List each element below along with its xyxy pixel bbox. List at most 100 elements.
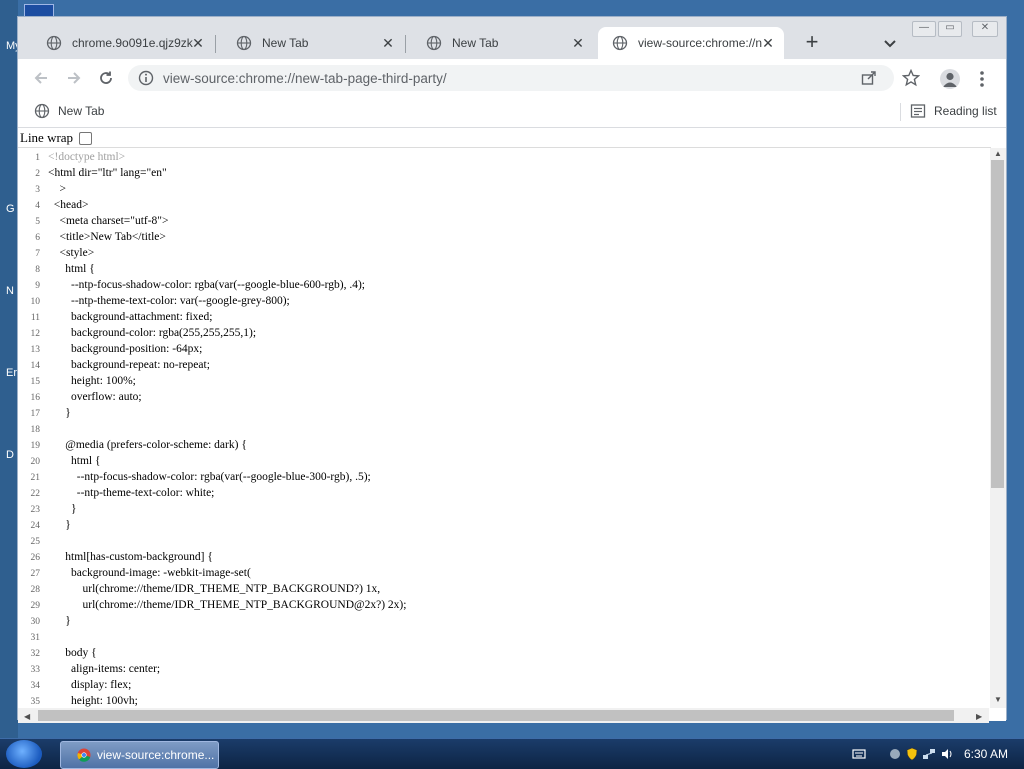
source-line: 15 height: 100%; <box>18 375 136 391</box>
tab-new-tab[interactable]: New Tab ✕ <box>404 27 594 59</box>
source-line: 26 html[has-custom-background] { <box>18 551 213 567</box>
line-number[interactable]: 23 <box>18 505 48 515</box>
close-tab-icon[interactable]: ✕ <box>190 35 206 51</box>
start-button[interactable] <box>6 740 42 768</box>
reading-list-button[interactable]: Reading list <box>910 103 997 119</box>
new-tab-plus-icon[interactable]: + <box>802 31 822 53</box>
line-number[interactable]: 8 <box>18 265 48 275</box>
line-number[interactable]: 33 <box>18 665 48 675</box>
star-bookmark-icon[interactable] <box>902 69 920 87</box>
source-line: 23 } <box>18 503 77 519</box>
tab-view-source[interactable]: view-source:chrome://new ✕ <box>598 27 784 59</box>
kebab-menu-icon[interactable] <box>976 69 988 89</box>
source-line: 22 --ntp-theme-text-color: white; <box>18 487 215 503</box>
bookmark-new-tab[interactable]: New Tab <box>34 103 104 119</box>
vertical-scrollbar[interactable]: ▲ ▼ <box>990 148 1006 708</box>
source-line: 34 display: flex; <box>18 679 132 695</box>
scroll-down-icon[interactable]: ▼ <box>993 696 1003 704</box>
line-number[interactable]: 19 <box>18 441 48 451</box>
line-number[interactable]: 7 <box>18 249 48 259</box>
line-wrap-checkbox[interactable] <box>79 131 93 145</box>
source-line: 6 <title>New Tab</title> <box>18 231 166 247</box>
line-number[interactable]: 17 <box>18 409 48 419</box>
line-number[interactable]: 12 <box>18 329 48 339</box>
source-line: 28 url(chrome://theme/IDR_THEME_NTP_BACK… <box>18 583 381 599</box>
forward-button[interactable] <box>63 67 85 89</box>
line-number[interactable]: 9 <box>18 281 48 291</box>
keyboard-icon[interactable] <box>852 747 866 761</box>
source-line: 24 } <box>18 519 71 535</box>
line-number[interactable]: 3 <box>18 185 48 195</box>
info-icon[interactable] <box>138 70 154 86</box>
scroll-up-icon[interactable]: ▲ <box>993 150 1003 158</box>
reload-button[interactable] <box>95 67 117 89</box>
line-number[interactable]: 27 <box>18 569 48 579</box>
line-number[interactable]: 35 <box>18 697 48 707</box>
line-number[interactable]: 5 <box>18 217 48 227</box>
line-number[interactable]: 6 <box>18 233 48 243</box>
line-wrap-toggle[interactable]: Line wrap <box>20 130 93 146</box>
line-source-text: body { <box>48 647 97 659</box>
source-code-view[interactable]: 1 <!doctype html> 2 <html dir="ltr" lang="e… <box>18 149 989 708</box>
close-tab-icon[interactable]: ✕ <box>380 35 396 51</box>
line-number[interactable]: 24 <box>18 521 48 531</box>
horizontal-scrollbar[interactable]: ◀ ▶ <box>18 708 989 723</box>
source-line: 8 html { <box>18 263 95 279</box>
line-number[interactable]: 34 <box>18 681 48 691</box>
line-number[interactable]: 14 <box>18 361 48 371</box>
profile-avatar-icon[interactable] <box>940 69 960 89</box>
maximize-button[interactable]: ▭ <box>938 21 962 37</box>
taskbar: view-source:chrome... 6:30 AM <box>0 738 1024 769</box>
line-number[interactable]: 22 <box>18 489 48 499</box>
divider <box>18 147 991 148</box>
network-icon[interactable] <box>922 747 936 761</box>
line-number[interactable]: 21 <box>18 473 48 483</box>
chevron-down-icon[interactable] <box>880 33 900 53</box>
line-number[interactable]: 10 <box>18 297 48 307</box>
line-number[interactable]: 18 <box>18 425 48 435</box>
line-number[interactable]: 13 <box>18 345 48 355</box>
close-window-button[interactable]: ✕ <box>972 21 998 37</box>
scroll-right-icon[interactable]: ▶ <box>976 712 982 721</box>
tab-chrome-link[interactable]: chrome.9o091e.qjz9zk ✕ <box>24 27 214 59</box>
source-line: 33 align-items: center; <box>18 663 161 679</box>
line-number[interactable]: 20 <box>18 457 48 467</box>
minimize-button[interactable]: — <box>912 21 936 37</box>
line-number[interactable]: 25 <box>18 537 48 547</box>
line-number[interactable]: 15 <box>18 377 48 387</box>
line-number[interactable]: 16 <box>18 393 48 403</box>
shield-icon[interactable] <box>905 747 919 761</box>
source-line: 30 } <box>18 615 71 631</box>
line-number[interactable]: 11 <box>18 313 48 323</box>
close-tab-icon[interactable]: ✕ <box>570 35 586 51</box>
close-tab-icon[interactable]: ✕ <box>760 35 776 51</box>
line-source-text: <style> <box>48 247 95 259</box>
line-source-text: background-color: rgba(255,255,255,1); <box>48 327 257 339</box>
line-number[interactable]: 26 <box>18 553 48 563</box>
view-source-page: Line wrap 1 <!doctype html> 2 <html dir="lt… <box>18 128 1006 723</box>
source-line: 5 <meta charset="utf-8"> <box>18 215 168 231</box>
share-icon[interactable] <box>860 69 878 87</box>
tab-new-tab[interactable]: New Tab ✕ <box>214 27 404 59</box>
desktop-icon-label: N <box>6 285 14 297</box>
scroll-thumb[interactable] <box>38 710 954 721</box>
source-line: 31 <box>18 631 48 647</box>
scroll-thumb[interactable] <box>991 160 1004 488</box>
tray-app-icon[interactable] <box>888 747 902 761</box>
line-number[interactable]: 4 <box>18 201 48 211</box>
taskbar-chrome-item[interactable]: view-source:chrome... <box>60 741 219 769</box>
line-number[interactable]: 30 <box>18 617 48 627</box>
line-number[interactable]: 32 <box>18 649 48 659</box>
line-source-text: > <box>48 183 67 195</box>
address-bar[interactable]: view-source:chrome://new-tab-page-third-… <box>128 65 894 91</box>
line-number[interactable]: 31 <box>18 633 48 643</box>
line-source-text: html { <box>48 263 95 275</box>
back-button[interactable] <box>30 67 52 89</box>
volume-icon[interactable] <box>940 747 954 761</box>
line-number[interactable]: 28 <box>18 585 48 595</box>
line-number[interactable]: 2 <box>18 169 48 179</box>
line-number[interactable]: 1 <box>18 153 48 163</box>
source-line: 12 background-color: rgba(255,255,255,1)… <box>18 327 257 343</box>
scroll-left-icon[interactable]: ◀ <box>24 712 30 721</box>
line-number[interactable]: 29 <box>18 601 48 611</box>
